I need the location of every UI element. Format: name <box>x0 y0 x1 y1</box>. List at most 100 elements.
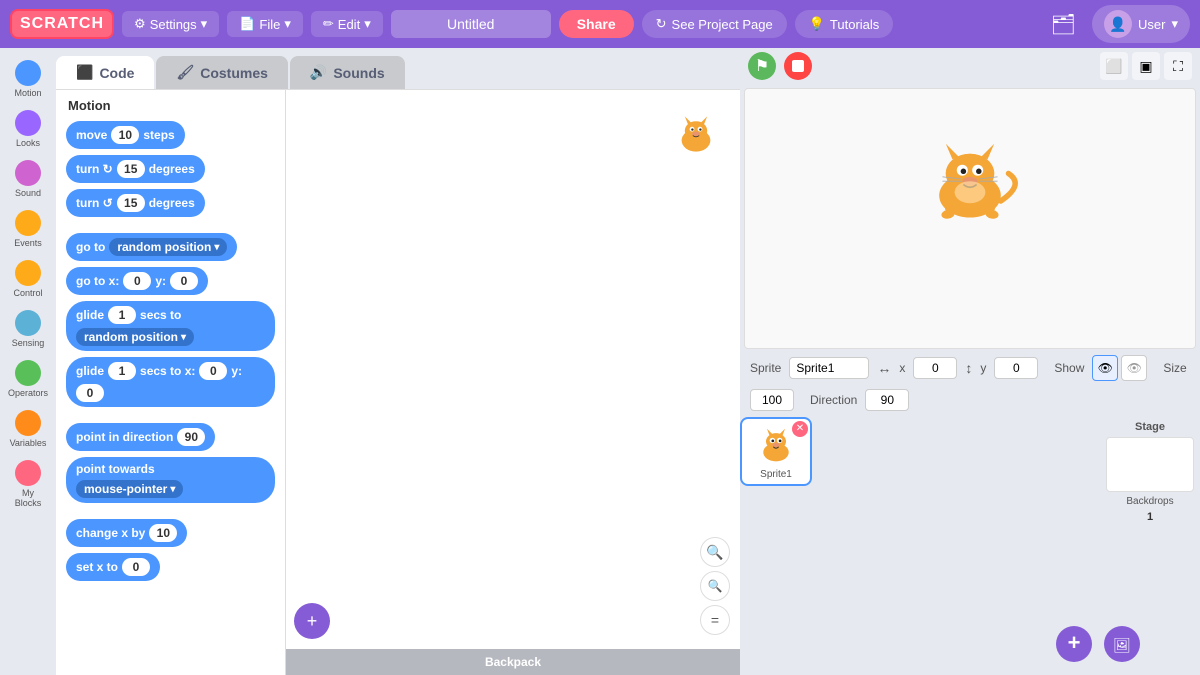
fullscreen-icon: ⛶ <box>1173 58 1183 75</box>
zoom-reset-button[interactable]: = <box>700 605 730 635</box>
zoom-out-button[interactable]: 🔍 <box>700 571 730 601</box>
canvas-sprite-thumbnail <box>672 110 720 158</box>
sidebar-item-variables[interactable]: Variables <box>2 406 54 452</box>
stage-mini-preview[interactable] <box>1106 437 1194 492</box>
sprite-x-input[interactable] <box>913 357 957 379</box>
add-backdrop-icon: 🖼 <box>1104 626 1140 662</box>
block-turn-cw[interactable]: turn ↻ 15 degrees <box>66 155 205 183</box>
sound-icon: 🔊 <box>310 64 327 81</box>
settings-button[interactable]: ⚙ Settings ▾ <box>122 11 219 37</box>
see-project-button[interactable]: ↻ See Project Page <box>642 10 787 38</box>
sprite-name-input[interactable] <box>789 357 869 379</box>
bottom-panel: ✕ <box>740 417 1200 675</box>
sprite-info-bar: Sprite ↔ x ↕ y Show 👁 👁 Size Direction <box>740 349 1200 417</box>
sidebar-item-motion[interactable]: Motion <box>2 56 54 102</box>
code-icon: ⬛ <box>76 64 93 81</box>
block-point-towards[interactable]: point towards mouse-pointer <box>66 457 275 503</box>
block-goto-xy[interactable]: go to x: 0 y: 0 <box>66 267 208 295</box>
tutorials-button[interactable]: 💡 Tutorials <box>795 10 894 38</box>
stop-icon <box>792 60 804 72</box>
sidebar-item-looks[interactable]: Looks <box>2 106 54 152</box>
block-point-direction[interactable]: point in direction 90 <box>66 423 215 451</box>
tab-costumes[interactable]: 🖌 Costumes <box>156 56 287 89</box>
sidebar-item-sensing[interactable]: Sensing <box>2 306 54 352</box>
chevron-down-icon: ▾ <box>201 16 208 32</box>
sidebar-item-events[interactable]: Events <box>2 206 54 252</box>
edit-button[interactable]: ✏ Edit ▾ <box>311 11 383 37</box>
add-extension-button[interactable]: + <box>294 603 330 639</box>
right-panel: ⚑ ⬜ ▣ ⛶ <box>740 48 1200 675</box>
user-button[interactable]: 👤 User ▾ <box>1092 5 1190 43</box>
show-hidden-button[interactable]: 👁 <box>1121 355 1147 381</box>
file-button[interactable]: 📄 File ▾ <box>227 11 303 37</box>
zoom-reset-icon: = <box>711 612 719 628</box>
tab-sounds[interactable]: 🔊 Sounds <box>290 56 405 89</box>
sidebar-item-control[interactable]: Control <box>2 256 54 302</box>
scratch-logo: SCRATCH <box>10 9 114 39</box>
sprite-size-input[interactable] <box>750 389 794 411</box>
zoom-controls: 🔍 🔍 = <box>700 537 730 635</box>
stop-button[interactable] <box>784 52 812 80</box>
canvas-area: 🔍 🔍 = Backpack + <box>286 90 740 675</box>
top-nav: SCRATCH ⚙ Settings ▾ 📄 File ▾ ✏ Edit ▾ S… <box>0 0 1200 48</box>
lightbulb-icon: 💡 <box>809 16 825 32</box>
chevron-down-icon: ▾ <box>284 16 291 32</box>
add-sprite-button[interactable]: + <box>1056 626 1092 667</box>
eye-closed-icon: 👁 <box>1127 361 1142 375</box>
sprite-list: ✕ <box>740 417 1100 675</box>
sprite-item-label: Sprite1 <box>760 469 792 480</box>
block-turn-ccw[interactable]: turn ↺ 15 degrees <box>66 189 205 217</box>
big-stage-button[interactable]: ▣ <box>1132 52 1160 80</box>
backpack-bar[interactable]: Backpack <box>286 649 740 675</box>
stage-cat-svg <box>915 135 1025 223</box>
flag-icon: ⚑ <box>755 56 769 76</box>
category-panel: Motion Looks Sound Events Control Sensin… <box>0 48 56 675</box>
green-flag-button[interactable]: ⚑ <box>748 52 776 80</box>
tab-code[interactable]: ⬛ Code <box>56 56 154 89</box>
block-glide-xy[interactable]: glide 1 secs to x: 0 y: 0 <box>66 357 275 407</box>
normal-view-icon: ⬜ <box>1105 58 1122 75</box>
arrow-x-icon: ↔ <box>877 360 891 376</box>
folder-button[interactable]: 🗂 <box>1043 8 1084 41</box>
sidebar-item-operators[interactable]: Operators <box>2 356 54 402</box>
show-visible-button[interactable]: 👁 <box>1092 355 1118 381</box>
sound-circle <box>15 160 41 186</box>
sprite-y-input[interactable] <box>994 357 1038 379</box>
looks-circle <box>15 110 41 136</box>
big-stage-icon: ▣ <box>1139 58 1152 75</box>
fullscreen-button[interactable]: ⛶ <box>1164 52 1192 80</box>
block-glide-to[interactable]: glide 1 secs to random position <box>66 301 275 351</box>
stage-view-buttons: ⬜ ▣ ⛶ <box>1100 52 1192 80</box>
sensing-circle <box>15 310 41 336</box>
blocks-and-canvas: Motion move 10 steps turn ↻ 15 degrees t… <box>56 90 740 675</box>
block-move[interactable]: move 10 steps <box>66 121 185 149</box>
plus-icon: + <box>307 611 318 632</box>
sprite-item-sprite1[interactable]: ✕ <box>740 417 812 486</box>
block-goto[interactable]: go to random position <box>66 233 237 261</box>
operators-circle <box>15 360 41 386</box>
sidebar-item-my-blocks[interactable]: My Blocks <box>2 456 54 512</box>
code-panel: ⬛ Code 🖌 Costumes 🔊 Sounds Motion move 1… <box>56 48 740 675</box>
stage-area <box>744 88 1196 349</box>
events-circle <box>15 210 41 236</box>
main-area: Motion Looks Sound Events Control Sensin… <box>0 48 1200 675</box>
zoom-out-icon: 🔍 <box>708 579 723 593</box>
zoom-in-icon: 🔍 <box>706 544 723 561</box>
my-blocks-circle <box>15 460 41 486</box>
block-set-x[interactable]: set x to 0 <box>66 553 160 581</box>
normal-view-button[interactable]: ⬜ <box>1100 52 1128 80</box>
block-change-x[interactable]: change x by 10 <box>66 519 187 547</box>
delete-sprite-button[interactable]: ✕ <box>792 421 808 437</box>
motion-circle <box>15 60 41 86</box>
file-icon: 📄 <box>239 16 255 32</box>
stage-controls: ⚑ ⬜ ▣ ⛶ <box>740 48 1200 84</box>
edit-icon: ✏ <box>323 16 334 32</box>
eye-open-icon: 👁 <box>1098 361 1113 375</box>
add-sprite-icon: + <box>1056 626 1092 662</box>
sprite-direction-input[interactable] <box>865 389 909 411</box>
project-title-input[interactable] <box>391 10 551 38</box>
add-backdrop-button[interactable]: 🖼 <box>1104 626 1140 667</box>
zoom-in-button[interactable]: 🔍 <box>700 537 730 567</box>
sidebar-item-sound[interactable]: Sound <box>2 156 54 202</box>
share-button[interactable]: Share <box>559 10 634 38</box>
